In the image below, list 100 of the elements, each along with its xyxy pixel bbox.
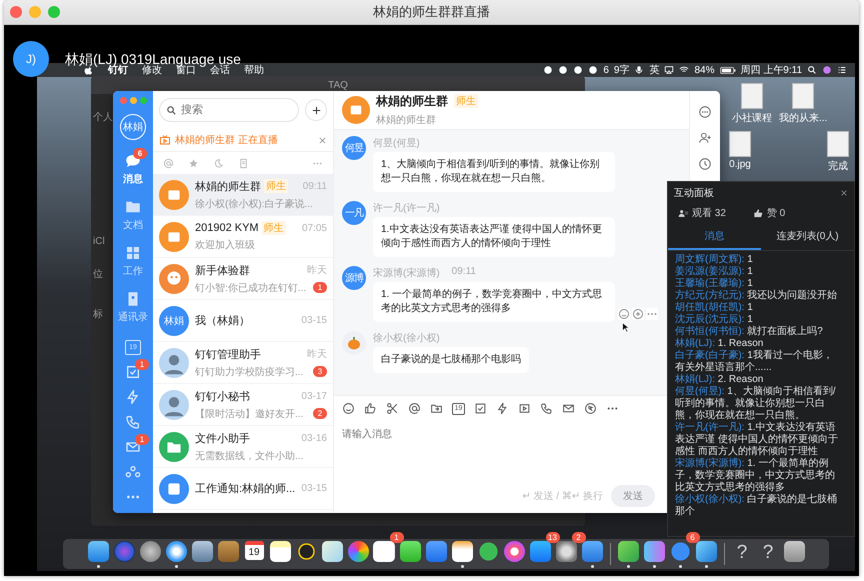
sidebar-item[interactable]: iCl [93,236,105,247]
sidebar-item[interactable]: 标 [93,307,103,321]
conversation-item[interactable]: 钉钉管理助手 昨天 钉钉助力学校防疫学习... 3 [153,342,333,384]
add-button[interactable] [305,99,327,121]
comment: 许一凡(许一凡): 1.中文表达没有英语表达严谨 使得中国人的情怀更倾向于感性 而西方人的情怀倾向于理性 [675,422,839,458]
close-icon[interactable] [840,189,848,197]
group-avatar-icon [342,96,370,124]
sender-name: 许一凡(许一凡) [373,202,440,215]
wifi-icon[interactable] [679,65,690,75]
folder-title: TAQ [328,80,348,90]
conversation-name: 钉钉小秘书 [195,390,250,404]
scissors-icon[interactable] [386,402,399,415]
add-person-icon[interactable] [698,131,712,145]
conversation-time: 09:11 [302,180,327,192]
clock-icon[interactable] [698,157,712,171]
orb-icon[interactable] [114,540,134,562]
conversation-time: 03-15 [301,315,327,326]
microphone-icon[interactable] [634,65,644,75]
message-input[interactable]: 请输入消息 [342,427,462,443]
status-circle-icon[interactable] [558,65,568,75]
calendar-icon[interactable]: 19 [244,540,264,560]
battery-icon[interactable] [720,66,736,74]
status-text[interactable]: 9字 [614,63,630,77]
comment: 宋源博(宋源博): 1. 一个最简单的例子，数学竞赛圈中，中文方式思考的比英文方式思考的强得多 [675,458,836,494]
menu-item[interactable]: 会话 [210,63,230,77]
search-input[interactable]: 搜索 [181,104,281,116]
menu-item[interactable]: 修改 [142,63,162,77]
role-tag: 师生 [262,221,286,235]
close-icon[interactable] [318,136,327,144]
conversation-time: 03-16 [301,432,327,444]
envelope-icon[interactable] [562,402,575,415]
sender-avatar: 源博 [342,266,366,290]
sidebar-item[interactable]: 位 [93,267,103,281]
panel-tab[interactable]: 连麦列表(0人) [761,225,854,250]
file-label[interactable]: 0.jpg [729,159,751,170]
sender-avatar: 何昱 [342,136,366,160]
note-icon[interactable] [270,540,290,562]
help-icon[interactable]: ? [762,540,774,564]
conversation-item[interactable]: 林娟 我（林娟） 03-15 [153,300,333,342]
help-icon[interactable]: ? [736,540,748,564]
search-field[interactable]: 搜索 [159,98,299,122]
checkbox-icon[interactable] [474,402,487,415]
panel-title: 互动面板 [674,186,714,200]
sender-avatar: 一凡 [342,201,366,225]
notification-badge: 1 [390,532,404,542]
conversation-item[interactable]: 文件小助手 03-16 无需数据线，文件小助... [153,426,333,468]
message-bubble: 1. 一个最简单的例子，数学竞赛圈中，中文方式思考的比英文方式思考的强得多 [373,282,615,322]
conversation-item[interactable]: 工作通知:林娟的师... 03-15 [153,468,333,510]
emoji-icon[interactable] [618,308,630,320]
menu-item[interactable]: 帮助 [244,63,264,77]
status-text[interactable]: 周四 上午9:11 [740,63,802,77]
group-avatar-icon [159,222,189,252]
sidebar-item[interactable]: 个人 [93,110,113,124]
at-sign-icon[interactable] [408,402,421,415]
mouse-cursor-icon [622,322,629,333]
file-thumbnail[interactable] [729,131,751,157]
folder-icon[interactable] [430,402,443,415]
panel-tab[interactable]: 消息 [668,225,761,250]
file-thumbnail[interactable] [741,83,763,109]
conversation-item[interactable]: 钉钉小秘书 03-17 【限时活动】邀好友开... 2 [153,384,333,426]
running-indicator [704,564,708,568]
message-bubble: 1、大脑倾向于相信看到/听到的事情。就像让你别想一只白熊，你现在就在想一只白熊。 [373,152,615,192]
star-icon[interactable] [188,158,199,168]
status-text[interactable]: 英 [649,63,660,77]
checkbox-icon[interactable] [125,364,141,380]
folder-avatar-icon [159,432,189,462]
apple-icon[interactable] [83,64,94,76]
lightning-icon[interactable] [496,402,509,415]
video-icon[interactable] [518,402,531,415]
status-circle-icon[interactable] [543,65,554,75]
chat-subtitle: 林娟的师生群 [376,114,436,126]
conversation-item[interactable]: 201902 KYM 师生 07:05 欢迎加入班级 [153,216,333,258]
running-indicator [678,564,682,568]
sender-name: 徐小权(徐小权) [373,332,440,345]
smiley-icon[interactable] [342,402,355,415]
status-circle-icon[interactable] [588,65,598,75]
message-bubble: 1.中文表达没有英语表达严谨 使得中国人的情怀更倾向于感性而西方人的情怀倾向于理性 [373,217,615,257]
airplay-icon[interactable] [664,65,674,75]
comment: 白子豪(白子豪): 1我看过一个电影，有关外星语言那个...... [675,350,834,374]
conversation-time: 昨天 [307,348,327,361]
file-thumbnail[interactable] [827,131,849,157]
status-circle-icon[interactable] [573,65,584,75]
people-icon[interactable] [125,464,141,480]
file-thumbnail[interactable] [792,83,814,109]
comment: 林娟(LJ): 2. Reason [675,374,764,386]
plus-circle-icon[interactable] [632,308,644,320]
search-icon[interactable] [807,65,817,75]
file-label[interactable]: 我的从来... [779,111,828,125]
thumbs-up-icon[interactable] [364,402,377,415]
comment: 王馨瑜(王馨瑜): 1 [675,278,754,289]
orb-icon[interactable] [822,65,832,75]
conversation-item[interactable]: 林娟的师生群 师生 09:11 徐小权(徐小权):白子豪说... [153,174,333,216]
status-text[interactable]: 6 [603,64,609,76]
file-label[interactable]: 小社课程 [732,111,772,125]
more-icon[interactable] [698,105,712,119]
status-text[interactable]: 84% [694,64,714,76]
comment: 林娟(LJ): 1. Reason [675,338,764,350]
file-label[interactable]: 完成 [828,159,848,173]
conversation-item[interactable]: 新手体验群 昨天 钉小智:你已成功在钉钉... 1 [153,258,333,300]
phone-icon[interactable] [540,402,553,415]
